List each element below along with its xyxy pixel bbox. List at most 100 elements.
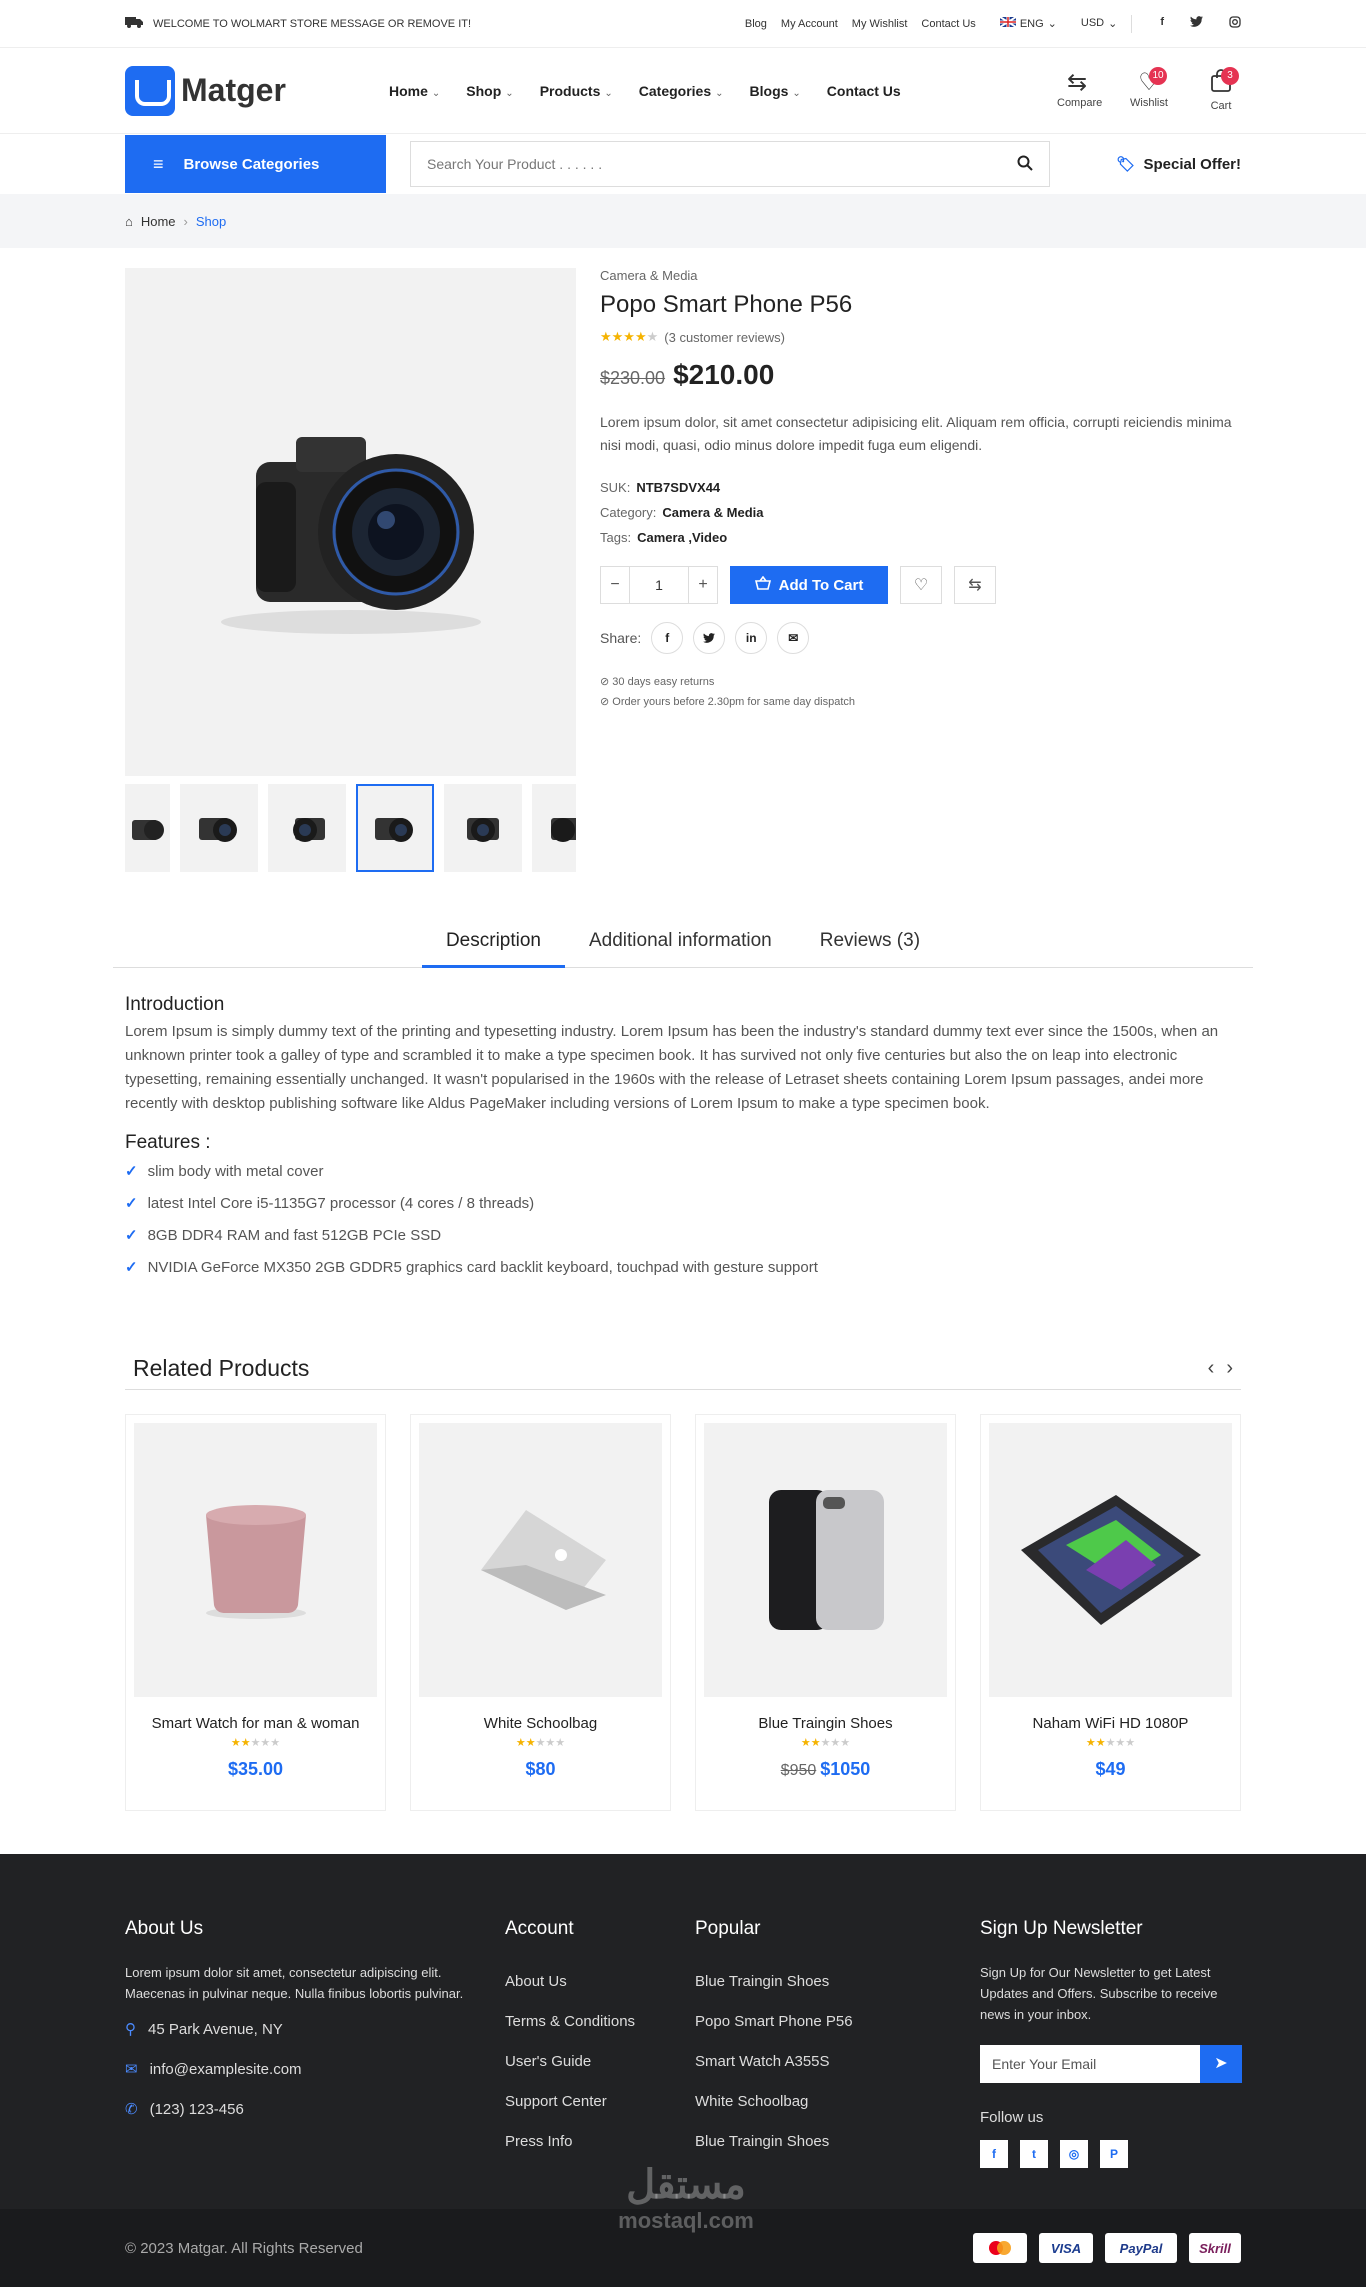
browse-categories-button[interactable]: ≡ Browse Categories — [125, 135, 386, 193]
special-offer-link[interactable]: 🏷 Special Offer! — [1116, 155, 1241, 174]
product-category[interactable]: Camera & Media — [600, 268, 1240, 283]
email-share-icon[interactable]: ✉ — [777, 622, 810, 654]
search-input[interactable]: Search Your Product . . . . . . — [410, 141, 1050, 187]
email-item[interactable]: ✉ info@examplesite.com — [125, 2050, 465, 2090]
facebook-icon[interactable]: f — [1160, 16, 1164, 31]
product-name[interactable]: White Schoolbag — [419, 1715, 662, 1732]
category-value[interactable]: Camera & Media — [662, 505, 763, 520]
footer-link[interactable]: Blue Traingin Shoes — [695, 1962, 895, 2002]
nav-home[interactable]: Home ⌄ — [389, 83, 440, 99]
product-name[interactable]: Naham WiFi HD 1080P — [989, 1715, 1232, 1732]
main-header: Matger Home ⌄ Shop ⌄ Products ⌄ Categories ⌄… — [0, 48, 1366, 134]
footer-about-text: Lorem ipsum dolor sit amet, consectetur … — [125, 1965, 464, 2001]
currency-selector[interactable]: USD ⌄ — [1081, 17, 1117, 30]
product-image[interactable] — [704, 1423, 947, 1697]
twitter-icon[interactable]: t — [1020, 2140, 1048, 2168]
chevron-right-icon[interactable]: › — [1226, 1357, 1233, 1380]
footer-link[interactable]: User's Guide — [505, 2042, 665, 2082]
divider — [1131, 14, 1133, 33]
search-icon[interactable] — [1017, 155, 1033, 174]
twitter-share-icon[interactable] — [693, 622, 726, 654]
footer-link[interactable]: White Schoolbag — [695, 2082, 895, 2122]
add-to-compare-button[interactable]: ⇆ — [954, 566, 996, 604]
nav-blogs[interactable]: Blogs ⌄ — [750, 83, 801, 99]
footer-link[interactable]: Smart Watch A355S — [695, 2042, 895, 2082]
wishlist-count-badge: 10 — [1149, 67, 1167, 85]
minus-button[interactable]: − — [601, 567, 629, 603]
product-main-image[interactable] — [125, 268, 576, 776]
logo[interactable]: Matger — [125, 65, 389, 116]
language-selector[interactable]: ENG ⌄ — [999, 16, 1057, 30]
my-account-link[interactable]: My Account — [781, 18, 838, 30]
location-pin-icon: ⚲ — [125, 2021, 136, 2038]
footer-link[interactable]: Popo Smart Phone P56 — [695, 2002, 895, 2042]
chevron-left-icon[interactable]: ‹ — [1208, 1357, 1215, 1380]
product-card[interactable]: Smart Watch for man & woman ★★★★★ $35.00 — [125, 1414, 386, 1811]
purchase-actions: − 1 + Add To Cart ♡ ⇆ — [600, 566, 1240, 604]
hamburger-icon: ≡ — [153, 153, 164, 174]
nav-products[interactable]: Products ⌄ — [540, 83, 613, 99]
linkedin-share-icon[interactable]: in — [735, 622, 768, 654]
send-button[interactable]: ➤ — [1200, 2045, 1242, 2083]
footer-link[interactable]: About Us — [505, 1962, 665, 2002]
facebook-share-icon[interactable]: f — [651, 622, 684, 654]
tags-value[interactable]: Camera ,Video — [637, 530, 727, 545]
tab-additional-information[interactable]: Additional information — [565, 920, 796, 968]
thumbnail[interactable] — [532, 784, 576, 872]
footer-link[interactable]: Support Center — [505, 2082, 665, 2122]
thumbnail[interactable] — [125, 784, 170, 872]
nav-contact-us[interactable]: Contact Us — [827, 83, 901, 99]
breadcrumb-home[interactable]: Home — [141, 214, 176, 229]
introduction-text: Lorem Ipsum is simply dummy text of the … — [125, 1023, 1219, 1112]
product-image[interactable] — [134, 1423, 377, 1697]
feature-text: 8GB DDR4 RAM and fast 512GB PCIe SSD — [147, 1227, 442, 1244]
chevron-down-icon: ⌄ — [1108, 18, 1118, 30]
wishlist-button[interactable]: ♡ 10 Wishlist — [1129, 67, 1169, 112]
footer-link[interactable]: Terms & Conditions — [505, 2002, 665, 2042]
phone-item[interactable]: ✆ (123) 123-456 — [125, 2090, 465, 2130]
product-price: $49 — [989, 1759, 1232, 1780]
twitter-icon[interactable] — [1190, 16, 1203, 31]
thumbnail[interactable] — [268, 784, 346, 872]
product-card[interactable]: White Schoolbag ★★★★★ $80 — [410, 1414, 671, 1811]
product-name[interactable]: Smart Watch for man & woman — [134, 1715, 377, 1732]
cart-button[interactable]: 3 Cart — [1201, 67, 1241, 112]
instagram-icon[interactable] — [1229, 16, 1241, 31]
product-name[interactable]: Blue Traingin Shoes — [704, 1715, 947, 1732]
blog-link[interactable]: Blog — [745, 18, 767, 30]
footer-account-title: Account — [505, 1918, 574, 1939]
tab-reviews[interactable]: Reviews (3) — [796, 920, 944, 968]
address-item: ⚲ 45 Park Avenue, NY — [125, 2010, 465, 2050]
quantity-input[interactable]: 1 — [629, 567, 689, 603]
tab-description[interactable]: Description — [421, 920, 565, 968]
thumbnail[interactable] — [180, 784, 258, 872]
compare-button[interactable]: ⇆ Compare — [1057, 69, 1102, 112]
checkmark-icon: ✓ — [125, 1163, 138, 1180]
product-card[interactable]: Naham WiFi HD 1080P ★★★★★ $49 — [980, 1414, 1241, 1811]
top-links: Blog My Account My Wishlist Contact Us E… — [745, 16, 1117, 30]
footer-link[interactable]: Blue Traingin Shoes — [695, 2122, 895, 2162]
facebook-icon[interactable]: f — [980, 2140, 1008, 2168]
product-image[interactable] — [989, 1423, 1232, 1697]
plus-button[interactable]: + — [689, 567, 717, 603]
product-card[interactable]: Blue Traingin Shoes ★★★★★ $950 $1050 — [695, 1414, 956, 1811]
pinterest-icon[interactable]: P — [1100, 2140, 1128, 2168]
thumbnail-selected[interactable] — [356, 784, 434, 872]
feature-text: NVIDIA GeForce MX350 2GB GDDR5 graphics … — [147, 1259, 818, 1276]
nav-categories[interactable]: Categories ⌄ — [639, 83, 724, 99]
reviews-count[interactable]: (3 customer reviews) — [664, 330, 785, 345]
my-wishlist-link[interactable]: My Wishlist — [852, 18, 908, 30]
thumbnail[interactable] — [444, 784, 522, 872]
product-image[interactable] — [419, 1423, 662, 1697]
compare-arrows-icon: ⇆ — [1066, 69, 1088, 96]
nav-shop-label: Shop — [466, 82, 502, 99]
add-to-cart-button[interactable]: Add To Cart — [730, 566, 888, 604]
newsletter-email-input[interactable]: Enter Your Email — [980, 2045, 1200, 2083]
shipping-notes: ⊘ 30 days easy returns ⊘ Order yours bef… — [600, 672, 1240, 712]
instagram-icon[interactable]: ◎ — [1060, 2140, 1088, 2168]
footer-link[interactable]: Press Info — [505, 2122, 665, 2162]
add-to-wishlist-button[interactable]: ♡ — [900, 566, 942, 604]
nav-shop[interactable]: Shop ⌄ — [466, 83, 513, 99]
old-price: $230.00 — [600, 368, 666, 388]
contact-us-link[interactable]: Contact Us — [921, 18, 975, 30]
